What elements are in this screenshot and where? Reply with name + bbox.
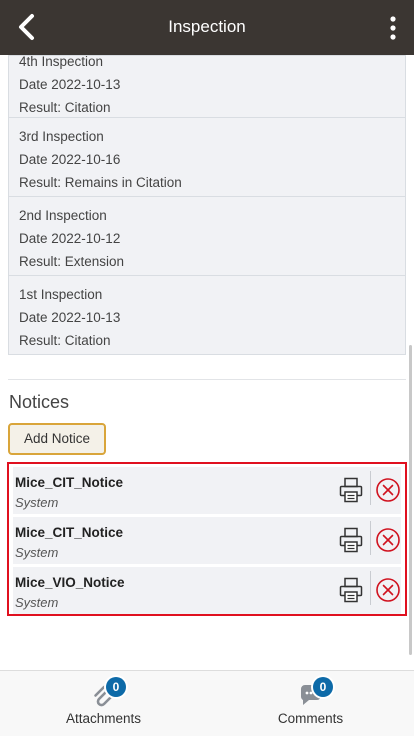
inspection-name: 3rd Inspection bbox=[19, 129, 104, 144]
attachments-label: Attachments bbox=[65, 711, 142, 726]
inspection-item[interactable]: 1st Inspection Date 2022-10-13 Result: C… bbox=[9, 275, 405, 354]
print-button[interactable] bbox=[339, 577, 363, 603]
inspection-date: Date 2022-10-12 bbox=[19, 231, 121, 246]
app-header: Inspection bbox=[0, 0, 414, 55]
delete-button[interactable] bbox=[375, 477, 401, 503]
notice-item[interactable]: Mice_CIT_Notice System bbox=[13, 467, 401, 514]
delete-button[interactable] bbox=[375, 577, 401, 603]
notices-list: Mice_CIT_Notice System Mice_CIT_Notice S… bbox=[7, 462, 407, 616]
row-separator bbox=[370, 471, 371, 505]
inspection-item[interactable]: 4th Inspection Date 2022-10-13 Result: C… bbox=[9, 55, 405, 117]
inspection-result: Result: Citation bbox=[19, 333, 111, 348]
scrollbar[interactable] bbox=[409, 345, 412, 655]
inspection-name: 4th Inspection bbox=[19, 55, 104, 69]
notice-item[interactable]: Mice_CIT_Notice System bbox=[13, 517, 401, 564]
inspection-date: Date 2022-10-13 bbox=[19, 77, 121, 92]
content-area[interactable]: 4th Inspection Date 2022-10-13 Result: C… bbox=[0, 55, 414, 669]
inspection-name: 1st Inspection bbox=[19, 287, 103, 302]
delete-button[interactable] bbox=[375, 527, 401, 553]
printer-icon bbox=[339, 477, 363, 503]
inspection-result: Result: Remains in Citation bbox=[19, 175, 182, 190]
tab-attachments[interactable]: 0 Attachments bbox=[0, 671, 207, 736]
notice-source: System bbox=[15, 545, 59, 560]
section-divider bbox=[8, 379, 406, 380]
inspection-item[interactable]: 3rd Inspection Date 2022-10-16 Result: R… bbox=[9, 117, 405, 196]
inspection-result: Result: Citation bbox=[19, 100, 111, 115]
notice-item[interactable]: Mice_VIO_Notice System bbox=[13, 567, 401, 614]
printer-icon bbox=[339, 577, 363, 603]
notice-source: System bbox=[15, 495, 59, 510]
notice-name: Mice_VIO_Notice bbox=[15, 575, 125, 590]
row-separator bbox=[370, 521, 371, 555]
notice-name: Mice_CIT_Notice bbox=[15, 475, 124, 490]
inspection-result: Result: Extension bbox=[19, 254, 125, 269]
comments-label: Comments bbox=[277, 711, 344, 726]
attachments-count-badge: 0 bbox=[106, 677, 126, 697]
delete-circle-icon bbox=[376, 578, 400, 602]
add-notice-button[interactable]: Add Notice bbox=[8, 423, 106, 455]
notice-name: Mice_CIT_Notice bbox=[15, 525, 124, 540]
delete-circle-icon bbox=[376, 478, 400, 502]
row-separator bbox=[370, 571, 371, 605]
print-button[interactable] bbox=[339, 527, 363, 553]
inspection-date: Date 2022-10-16 bbox=[19, 152, 121, 167]
notices-heading: Notices bbox=[9, 392, 70, 412]
inspection-date: Date 2022-10-13 bbox=[19, 310, 121, 325]
tab-comments[interactable]: 0 Comments bbox=[207, 671, 414, 736]
print-button[interactable] bbox=[339, 477, 363, 503]
inspection-list: 4th Inspection Date 2022-10-13 Result: C… bbox=[8, 55, 406, 355]
bottom-tab-bar: 0 Attachments 0 Comments bbox=[0, 670, 414, 736]
more-menu-button[interactable] bbox=[384, 14, 402, 42]
more-vertical-icon bbox=[390, 16, 396, 40]
delete-circle-icon bbox=[376, 528, 400, 552]
inspection-item[interactable]: 2nd Inspection Date 2022-10-12 Result: E… bbox=[9, 196, 405, 275]
printer-icon bbox=[339, 527, 363, 553]
notice-source: System bbox=[15, 595, 59, 610]
inspection-name: 2nd Inspection bbox=[19, 208, 107, 223]
comments-count-badge: 0 bbox=[313, 677, 333, 697]
page-title: Inspection bbox=[168, 17, 246, 36]
